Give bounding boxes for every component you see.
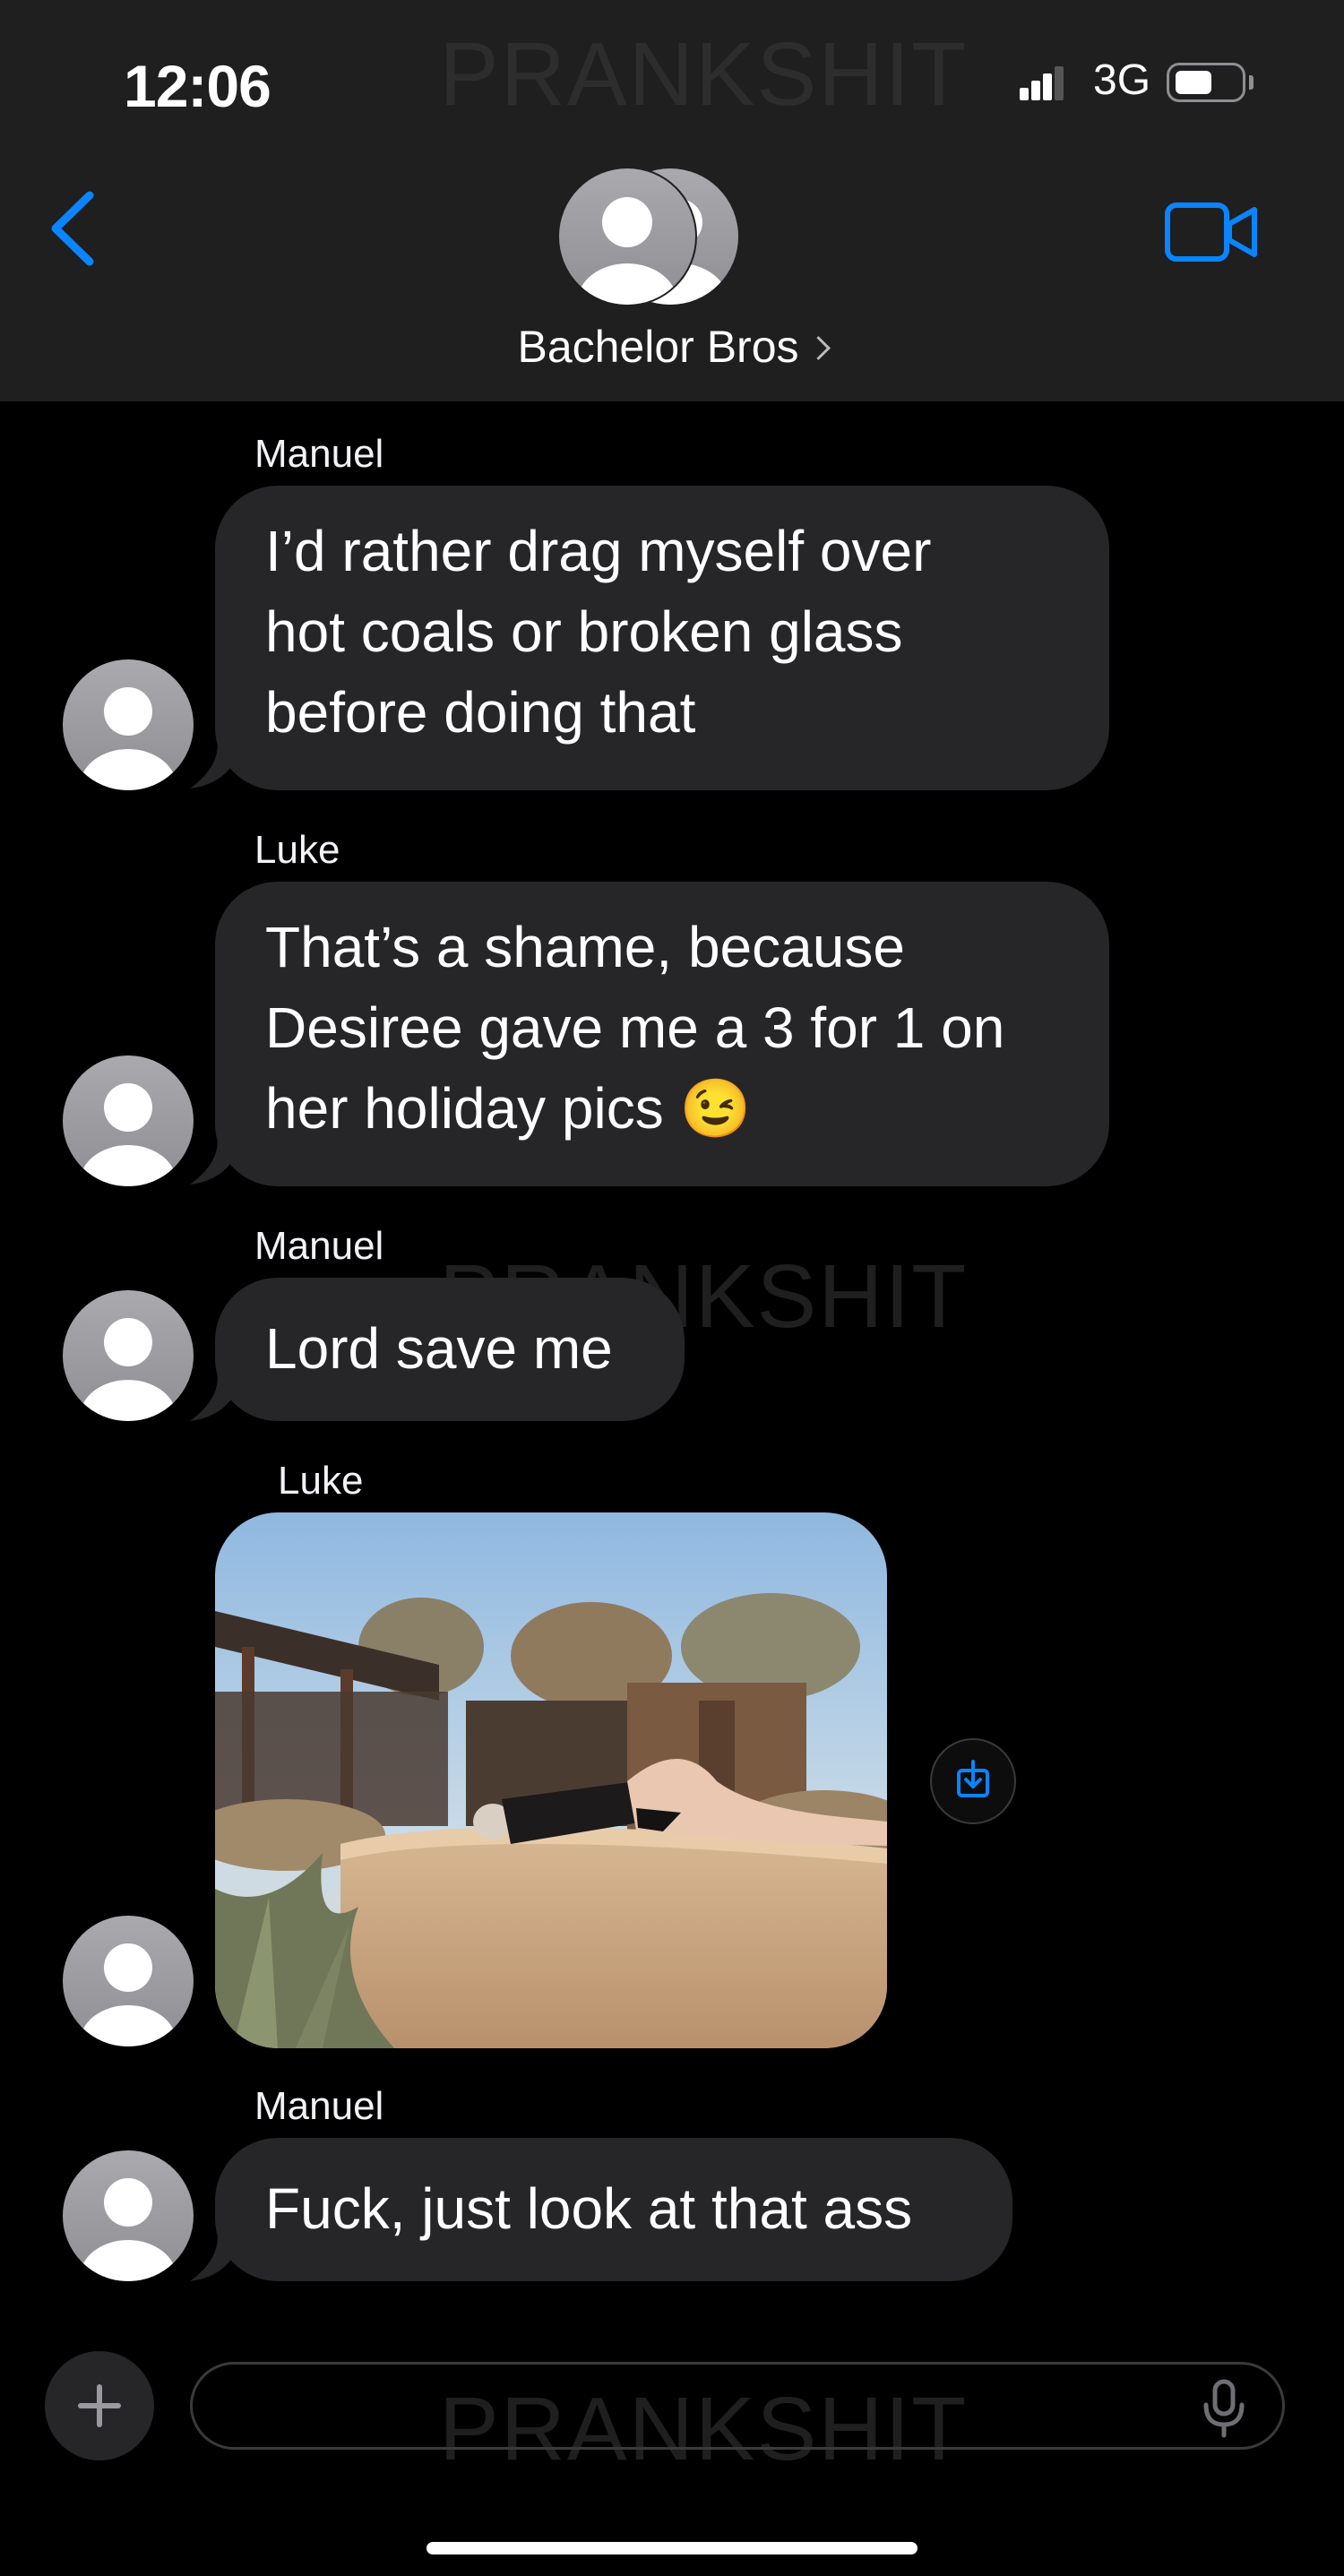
- message-sender: Luke: [254, 828, 340, 872]
- person-avatar-icon[interactable]: [63, 1290, 194, 1421]
- message-line: before doing that: [265, 680, 696, 745]
- message-line: hot coals or broken glass: [265, 599, 903, 664]
- photo-image: [215, 1512, 887, 2048]
- person-avatar-icon[interactable]: [63, 2150, 194, 2281]
- message-sender: Luke: [278, 1459, 364, 1503]
- microphone-icon[interactable]: [1197, 2376, 1251, 2439]
- message-line: That’s a shame, because: [265, 915, 905, 979]
- group-title[interactable]: Bachelor Bros: [0, 321, 1344, 373]
- chevron-right-icon: [806, 336, 831, 360]
- battery-icon: [1167, 63, 1245, 102]
- plus-icon: [78, 2384, 121, 2427]
- group-name: Bachelor Bros: [517, 322, 799, 372]
- message-line: Desiree gave me a 3 for 1 on: [265, 995, 1005, 1060]
- network-type: 3G: [1093, 56, 1151, 104]
- message-bubble[interactable]: Lord save me: [215, 1278, 685, 1421]
- message-bubble[interactable]: That’s a shame, because Desiree gave me …: [215, 882, 1109, 1186]
- save-download-icon: [957, 1760, 989, 1797]
- battery-tip: [1249, 75, 1254, 90]
- person-avatar-icon[interactable]: [63, 659, 194, 790]
- message-line: Fuck, just look at that ass: [265, 2176, 913, 2241]
- home-indicator[interactable]: [426, 2542, 918, 2554]
- message-sender: Manuel: [254, 2084, 384, 2128]
- video-camera-icon[interactable]: [1165, 202, 1258, 262]
- message-line: Lord save me: [265, 1316, 613, 1381]
- message-line: her holiday pics 😉: [265, 1076, 752, 1141]
- message-sender: Manuel: [254, 432, 384, 476]
- photo-attachment[interactable]: [215, 1512, 887, 2048]
- watermark: PRANKSHIT: [439, 24, 969, 125]
- add-attachment-button[interactable]: [45, 2351, 154, 2460]
- message-sender: Manuel: [254, 1224, 384, 1268]
- message-line: I’d rather drag myself over: [265, 519, 932, 583]
- save-photo-button[interactable]: [930, 1738, 1016, 1824]
- group-avatar-icon[interactable]: [556, 167, 742, 306]
- person-avatar-icon[interactable]: [63, 1916, 194, 2046]
- signal-strength-icon: [1020, 65, 1064, 100]
- status-time: 12:06: [124, 53, 271, 119]
- watermark: PRANKSHIT: [439, 2379, 969, 2479]
- message-bubble[interactable]: Fuck, just look at that ass: [215, 2138, 1012, 2281]
- back-chevron-icon[interactable]: [43, 188, 106, 269]
- person-avatar-icon[interactable]: [63, 1055, 194, 1186]
- message-bubble[interactable]: I’d rather drag myself over hot coals or…: [215, 486, 1109, 790]
